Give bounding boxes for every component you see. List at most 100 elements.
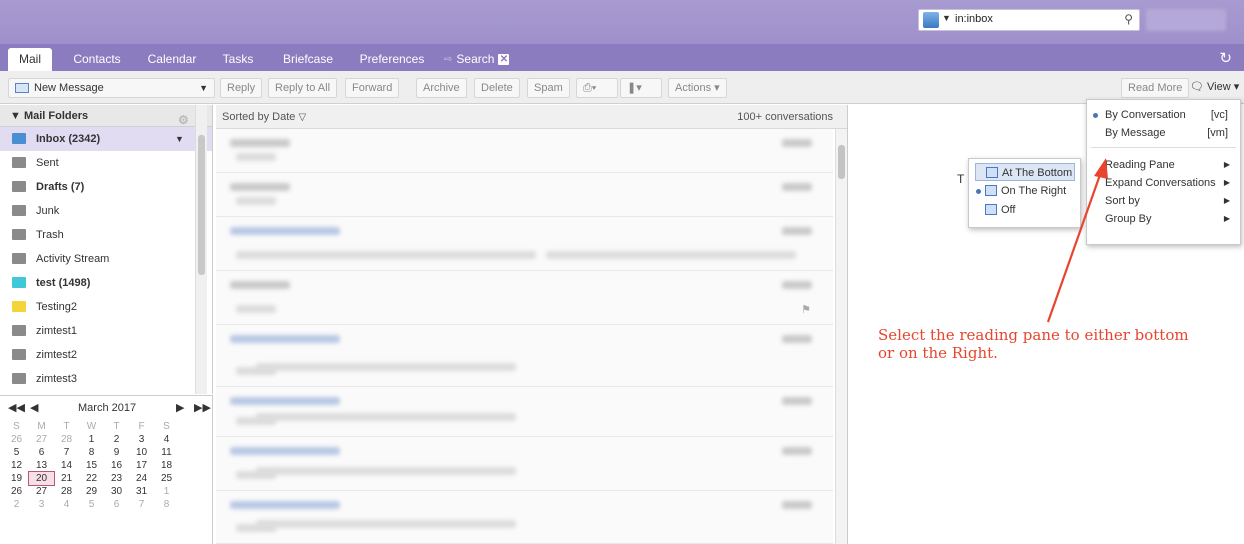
calendar-day[interactable]: 22 (79, 472, 104, 485)
tab-mail[interactable]: Mail (8, 48, 52, 71)
tab-preferences[interactable]: Preferences (354, 48, 430, 71)
magnifier-icon[interactable]: ⚲ (1124, 12, 1133, 26)
folder-item[interactable]: Testing2 (0, 295, 212, 319)
folder-item[interactable]: Activity Stream (0, 247, 212, 271)
calendar-day[interactable]: 6 (29, 446, 54, 459)
folder-item[interactable]: zimtest2 (0, 343, 212, 367)
calendar-day[interactable]: 27 (29, 433, 54, 446)
calendar-day[interactable]: 21 (54, 472, 79, 485)
calendar-day[interactable]: 2 (104, 433, 129, 446)
search-query-text[interactable]: in:inbox (955, 13, 993, 25)
print-button[interactable]: ⎙▾ (576, 78, 618, 98)
calendar-day[interactable]: 5 (79, 498, 104, 511)
new-message-button[interactable]: New Message ▼ (8, 78, 215, 98)
folder-item[interactable]: Sent (0, 151, 212, 175)
menu-item-on-the-right[interactable]: On The Right (975, 182, 1066, 200)
message-row[interactable] (216, 387, 833, 437)
folder-item[interactable]: Drafts (7) (0, 175, 212, 199)
message-row[interactable] (216, 173, 833, 217)
calendar-day[interactable]: 8 (154, 498, 179, 511)
calendar-day[interactable]: 4 (54, 498, 79, 511)
close-icon[interactable]: ✕ (498, 54, 510, 65)
tag-button[interactable]: ❚▾ (620, 78, 662, 98)
reply-all-button[interactable]: Reply to All (268, 78, 338, 98)
chevron-down-icon[interactable]: ▼ (942, 13, 951, 23)
collapse-triangle-icon[interactable]: ▼ (10, 110, 21, 122)
calendar-day[interactable]: 1 (154, 485, 179, 498)
menu-item-sort-by[interactable]: Sort by ▶ (1087, 192, 1240, 210)
scrollbar-thumb[interactable] (198, 135, 205, 275)
calendar-day[interactable]: 17 (129, 459, 154, 472)
calendar-day[interactable]: 26 (4, 433, 29, 446)
prev-month-icon[interactable]: ◀ (30, 396, 38, 420)
calendar-day[interactable]: 31 (129, 485, 154, 498)
menu-item-group-by[interactable]: Group By ▶ (1087, 210, 1240, 228)
search-button[interactable] (1146, 9, 1226, 31)
menu-item-off[interactable]: Off (975, 201, 1015, 219)
sort-direction-icon[interactable]: ▽ (298, 112, 306, 123)
calendar-day[interactable]: 7 (54, 446, 79, 459)
calendar-day[interactable]: 8 (79, 446, 104, 459)
tab-calendar[interactable]: Calendar (142, 48, 202, 71)
calendar-day[interactable]: 9 (104, 446, 129, 459)
calendar-day[interactable]: 29 (79, 485, 104, 498)
folder-item[interactable]: test (1498) (0, 271, 212, 295)
calendar-day[interactable]: 30 (104, 485, 129, 498)
calendar-day[interactable]: 18 (154, 459, 179, 472)
spam-button[interactable]: Spam (527, 78, 570, 98)
calendar-day[interactable]: 26 (4, 485, 29, 498)
folder-scrollbar[interactable] (195, 105, 207, 394)
calendar-day[interactable]: 28 (54, 433, 79, 446)
calendar-day[interactable]: 3 (129, 433, 154, 446)
message-row[interactable] (216, 217, 833, 271)
calendar-day[interactable]: 6 (104, 498, 129, 511)
menu-item-by-message[interactable]: By Message [vm] (1087, 124, 1240, 142)
folder-item[interactable]: Inbox (2342) ▼ (0, 127, 212, 151)
chevron-down-icon[interactable]: ▼ (199, 79, 208, 97)
calendar-day[interactable]: 4 (154, 433, 179, 446)
next-month-icon[interactable]: ▶ (176, 396, 184, 420)
tab-tasks[interactable]: Tasks (218, 48, 258, 71)
calendar-day[interactable]: 19 (4, 472, 29, 485)
mail-search-type-icon[interactable] (923, 12, 939, 28)
message-row[interactable]: ⚑ (216, 271, 833, 325)
tab-contacts[interactable]: Contacts (66, 48, 128, 71)
calendar-day[interactable]: 24 (129, 472, 154, 485)
message-row[interactable] (216, 491, 833, 544)
menu-item-expand-conversations[interactable]: Expand Conversations ▶ (1087, 174, 1240, 192)
next-year-icon[interactable]: ▶▶ (194, 396, 211, 420)
menu-item-at-the-bottom[interactable]: At The Bottom (975, 163, 1075, 181)
menu-item-reading-pane[interactable]: Reading Pane ▶ (1087, 156, 1240, 174)
actions-button[interactable]: Actions ▾ (668, 78, 727, 98)
calendar-day[interactable]: 11 (154, 446, 179, 459)
tab-briefcase[interactable]: Briefcase (276, 48, 340, 71)
calendar-day[interactable]: 5 (4, 446, 29, 459)
refresh-icon[interactable]: ↻ (1219, 49, 1232, 67)
calendar-day[interactable]: 23 (104, 472, 129, 485)
calendar-day[interactable]: 13 (29, 459, 54, 472)
sort-label[interactable]: Sorted by Date (222, 111, 295, 123)
folder-item[interactable]: Trash (0, 223, 212, 247)
scrollbar-thumb[interactable] (838, 145, 845, 179)
calendar-day[interactable]: 25 (154, 472, 179, 485)
prev-year-icon[interactable]: ◀◀ (8, 396, 25, 420)
mail-folders-header[interactable]: ▼ Mail Folders ⚙ (0, 105, 212, 127)
archive-button[interactable]: Archive (416, 78, 467, 98)
message-row[interactable] (216, 129, 833, 173)
calendar-day[interactable]: 12 (4, 459, 29, 472)
view-button[interactable]: 🗨 View ▾ (1184, 78, 1244, 98)
message-row[interactable] (216, 437, 833, 491)
folder-item[interactable]: zimtest1 (0, 319, 212, 343)
calendar-day[interactable]: 20 (28, 471, 55, 486)
tab-search[interactable]: ⇨ Search ✕ (444, 48, 526, 71)
message-list-scrollbar[interactable] (835, 129, 847, 544)
calendar-day[interactable]: 15 (79, 459, 104, 472)
folder-item[interactable]: zimtest3 (0, 367, 212, 391)
search-input[interactable]: ▼ in:inbox ⚲ (918, 9, 1140, 31)
reply-button[interactable]: Reply (220, 78, 263, 98)
calendar-day[interactable]: 27 (29, 485, 54, 498)
menu-item-by-conversation[interactable]: By Conversation [vc] (1087, 106, 1240, 124)
folder-item[interactable]: Junk (0, 199, 212, 223)
calendar-day[interactable]: 10 (129, 446, 154, 459)
calendar-day[interactable]: 3 (29, 498, 54, 511)
